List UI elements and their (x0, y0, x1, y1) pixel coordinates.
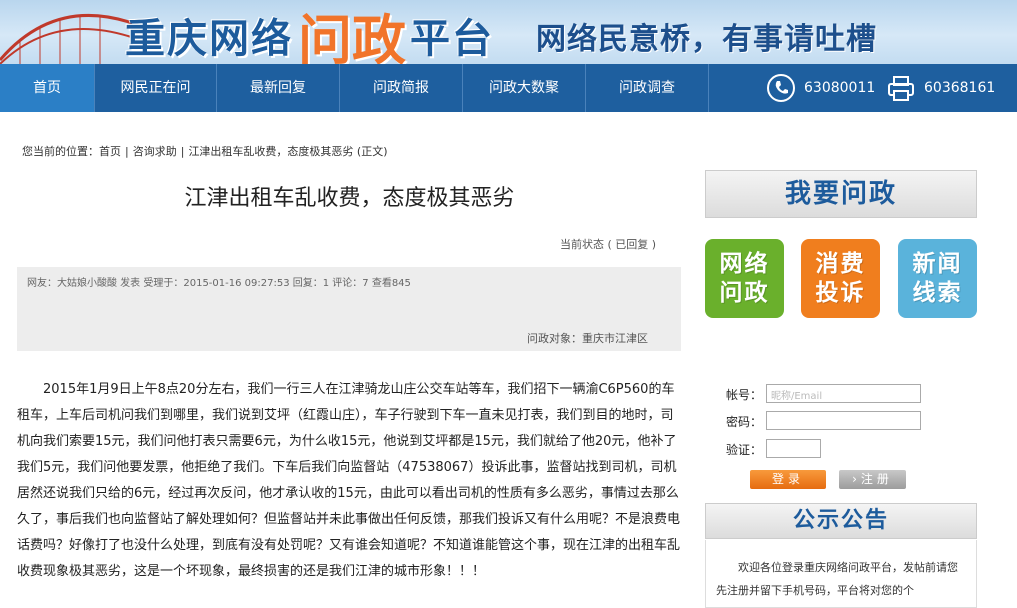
hotline-fax: 60368161 (886, 64, 995, 112)
tile-consumer-complaint[interactable]: 消费投诉 (801, 239, 880, 318)
site-banner: 重庆网络 问政 平台 网络民意桥，有事请吐槽 (0, 0, 1017, 64)
login-button[interactable]: 登录 (750, 470, 826, 489)
tile-online-inquiry-label: 网络问政 (719, 250, 770, 306)
ask-question-button[interactable]: 我要问政 (705, 170, 977, 218)
article-meta-line: 网友：大姑娘小酸酸 发表 受理于：2015-01-16 09:27:53 回复：… (27, 278, 411, 289)
site-slogan: 网络民意桥，有事请吐槽 (536, 22, 877, 57)
fax-number: 60368161 (924, 80, 996, 96)
nav-item-latest-replies[interactable]: 最新回复 (217, 64, 340, 112)
register-button-label: 注册 (860, 472, 893, 486)
reply-status: 当前状态 ( 已回复 ) (560, 238, 657, 251)
tile-consumer-complaint-label: 消费投诉 (815, 250, 866, 306)
site-title-accent: 问政 (298, 9, 406, 64)
breadcrumb: 您当前的位置：首页 | 咨询求助 | 江津出租车乱收费，态度极其恶劣 (正文) (22, 145, 388, 158)
fax-icon (888, 76, 914, 101)
phone-number: 63080011 (804, 80, 876, 96)
nav-item-survey[interactable]: 问政调查 (586, 64, 709, 112)
article-body: 2015年1月9日上午8点20分左右，我们一行三人在江津骑龙山庄公交车站等车，我… (17, 382, 681, 579)
nav-item-briefing[interactable]: 问政简报 (340, 64, 463, 112)
main-nav: 首页 网民正在问 最新回复 问政简报 问政大数聚 问政调查 63080011 6… (0, 64, 1017, 112)
breadcrumb-current: 江津出租车乱收费，态度极其恶劣 (正文) (188, 145, 388, 158)
captcha-input[interactable] (766, 439, 821, 458)
tile-news-tips[interactable]: 新闻线索 (898, 239, 977, 318)
breadcrumb-prefix: 您当前的位置： (22, 145, 99, 158)
captcha-label: 验证： (726, 443, 763, 457)
notice-heading: 公示公告 (705, 503, 977, 539)
site-title-part2: 平台 (410, 16, 494, 62)
article-title: 江津出租车乱收费，态度极其恶劣 (184, 186, 515, 211)
password-input[interactable] (766, 411, 921, 430)
tile-news-tips-label: 新闻线索 (912, 250, 963, 306)
password-label: 密码： (726, 415, 763, 429)
nav-item-asking[interactable]: 网民正在问 (95, 64, 217, 112)
hotline-phone: 63080011 (766, 64, 875, 112)
breadcrumb-home[interactable]: 首页 (99, 145, 121, 158)
account-input[interactable]: 昵称/Email (766, 384, 921, 403)
register-arrow-icon: › (852, 472, 857, 486)
breadcrumb-category[interactable]: 咨询求助 (133, 145, 177, 158)
article-meta-box: 网友：大姑娘小酸酸 发表 受理于：2015-01-16 09:27:53 回复：… (17, 267, 681, 351)
account-label: 帐号： (726, 388, 763, 402)
site-title-part1: 重庆网络 (125, 16, 293, 62)
phone-icon (767, 74, 795, 102)
tile-online-inquiry[interactable]: 网络问政 (705, 239, 784, 318)
nav-item-home[interactable]: 首页 (0, 64, 95, 112)
article-target: 问政对象：重庆市江津区 (527, 332, 648, 345)
nav-item-big-data[interactable]: 问政大数聚 (463, 64, 586, 112)
register-button[interactable]: › 注册 (839, 470, 906, 489)
notice-text: 欢迎各位登录重庆网络问政平台，发帖前请您先注册并留下手机号码，平台将对您的个 (705, 540, 977, 608)
